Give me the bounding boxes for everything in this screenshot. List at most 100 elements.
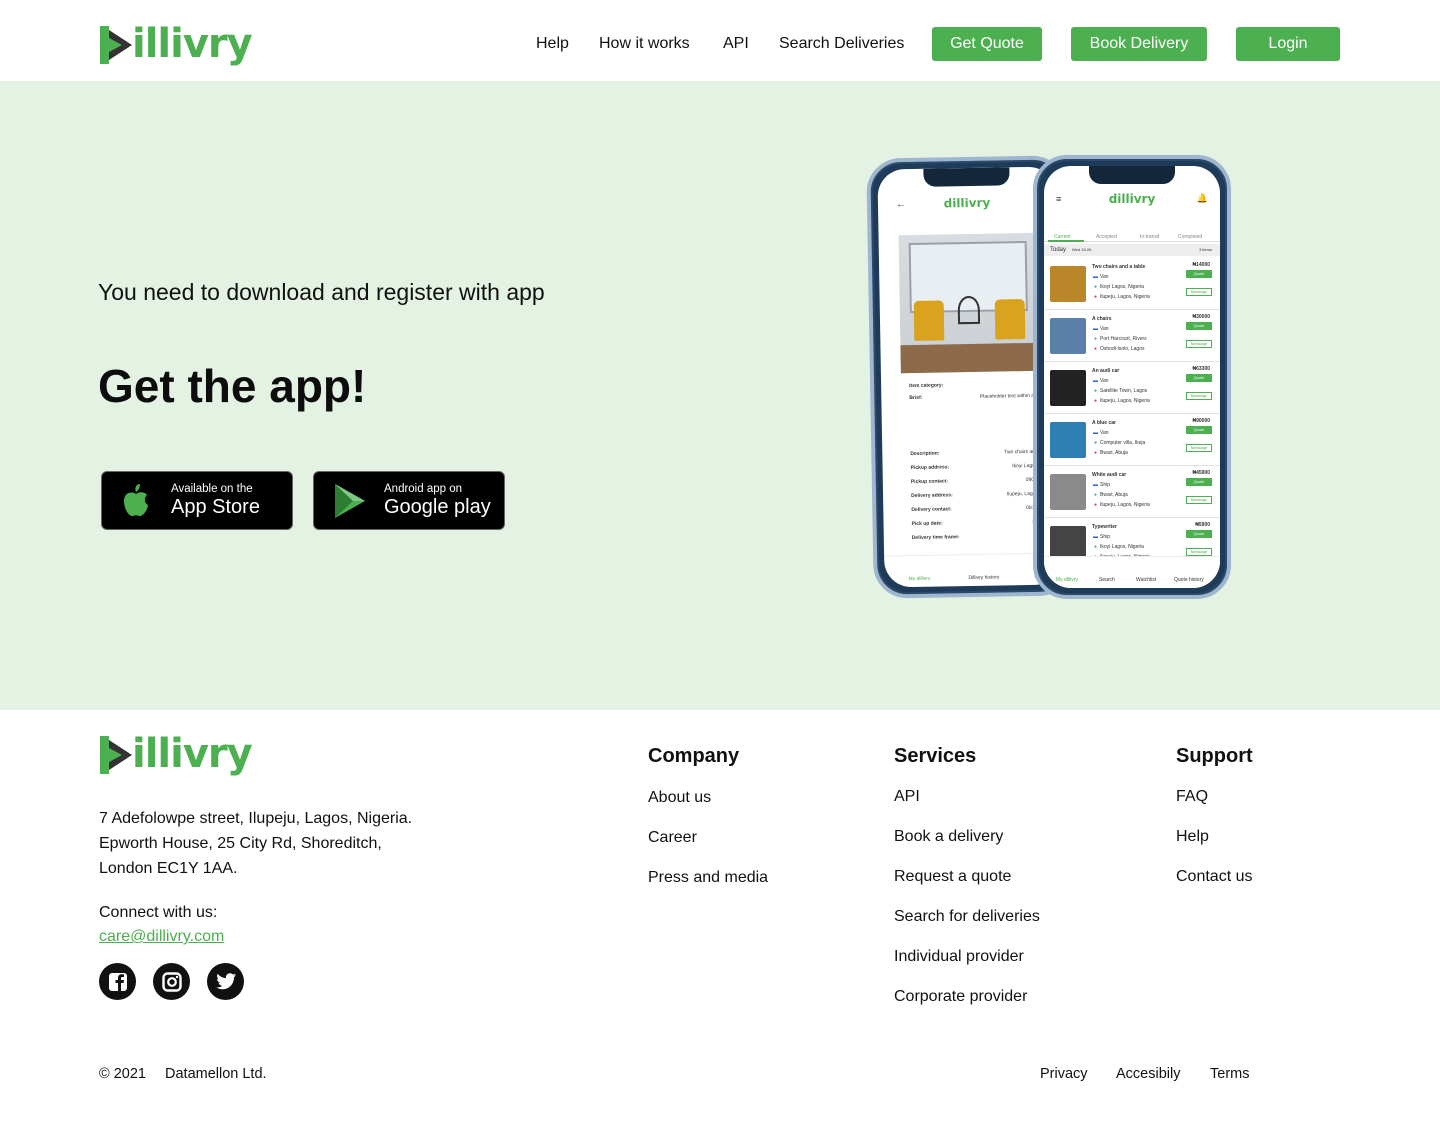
- message-button[interactable]: Message: [1186, 496, 1212, 504]
- instagram-icon[interactable]: [153, 963, 190, 1000]
- link-contact-us[interactable]: Contact us: [1176, 868, 1252, 886]
- item-to: Ilupeju, Lagos, Nigeria: [1100, 294, 1150, 300]
- link-press-and-media[interactable]: Press and media: [648, 869, 768, 887]
- delivery-list-item[interactable]: An audi car Van Satellite Town, Lagos Ilupe…: [1044, 362, 1220, 414]
- google-play-icon: [333, 483, 367, 519]
- status-tabs: Current Accepted In-transit Completed: [1044, 222, 1220, 242]
- item-mode: Van: [1100, 274, 1109, 280]
- link-career[interactable]: Career: [648, 829, 697, 847]
- nav-search-deliveries[interactable]: Search Deliveries: [779, 35, 904, 53]
- detail-row: Item category:Furnit: [909, 381, 1049, 393]
- link-about-us[interactable]: About us: [648, 789, 711, 807]
- link-accessibility[interactable]: Accesibily: [1116, 1066, 1180, 1082]
- quote-button[interactable]: Quote: [1186, 478, 1212, 486]
- link-api[interactable]: API: [894, 788, 920, 806]
- delivery-list-item[interactable]: A blue car Van Computer villa, Ikeja Bwari,…: [1044, 414, 1220, 466]
- google-play-button[interactable]: Android app on Google play: [313, 471, 505, 530]
- message-button[interactable]: Message: [1186, 548, 1212, 556]
- link-request-a-quote[interactable]: Request a quote: [894, 868, 1011, 886]
- item-to: Ilupeju, Lagos, Nigeria: [1100, 398, 1150, 404]
- message-button[interactable]: Message: [1186, 288, 1212, 296]
- item-title: Two chairs and a table: [1092, 264, 1146, 270]
- link-privacy[interactable]: Privacy: [1040, 1066, 1088, 1082]
- copyright: © 2021: [99, 1066, 146, 1082]
- phone-right-tabbar: My dillivry Search Watchlist Quote histo…: [1044, 556, 1220, 588]
- nav-help[interactable]: Help: [536, 35, 569, 53]
- vehicle-icon: ▬: [1093, 534, 1098, 540]
- tab-accepted[interactable]: Accepted: [1096, 234, 1117, 240]
- quote-button[interactable]: Quote: [1186, 270, 1212, 278]
- book-delivery-button[interactable]: Book Delivery: [1071, 27, 1207, 61]
- connect-label: Connect with us:: [99, 904, 218, 921]
- tab-quote-history[interactable]: Quote history: [1174, 577, 1204, 583]
- menu-icon[interactable]: ≡: [1056, 194, 1061, 204]
- address-line: London EC1Y 1AA.: [99, 860, 238, 877]
- google-play-big-text: Google play: [384, 496, 491, 519]
- vehicle-icon: ▬: [1093, 378, 1098, 384]
- detail-row: Delivery contact:0818 700 6: [911, 505, 1051, 517]
- link-faq[interactable]: FAQ: [1176, 788, 1208, 806]
- facebook-icon[interactable]: [99, 963, 136, 1000]
- login-button[interactable]: Login: [1236, 27, 1340, 61]
- bell-icon[interactable]: 🔔: [1197, 193, 1208, 204]
- link-terms[interactable]: Terms: [1210, 1066, 1249, 1082]
- get-quote-button[interactable]: Get Quote: [932, 27, 1042, 61]
- item-title: A chairs: [1092, 316, 1112, 322]
- link-help[interactable]: Help: [1176, 828, 1209, 846]
- support-heading: Support: [1176, 745, 1253, 767]
- message-button[interactable]: Message: [1186, 444, 1212, 452]
- message-button[interactable]: Message: [1186, 392, 1212, 400]
- twitter-icon[interactable]: [207, 963, 244, 1000]
- email-link[interactable]: care@dillivry.com: [99, 928, 224, 946]
- tab-watchlist[interactable]: Watchlist: [1136, 577, 1156, 583]
- tab-dillivry-history[interactable]: Dillivry history: [968, 575, 999, 582]
- footer-logo[interactable]: illivry: [100, 734, 253, 774]
- phone-right-screen: ≡ dillivry 🔔 Current Accepted In-transit…: [1044, 166, 1220, 588]
- quote-button[interactable]: Quote: [1186, 530, 1212, 538]
- phone-left-logo: dillivry: [943, 195, 991, 211]
- item-title: An audi car: [1092, 368, 1120, 374]
- quote-button[interactable]: Quote: [1186, 322, 1212, 330]
- tab-in-transit[interactable]: In-transit: [1140, 234, 1159, 240]
- item-price: ₦30000: [1192, 314, 1210, 320]
- phone-deliveries-list: ≡ dillivry 🔔 Current Accepted In-transit…: [1033, 155, 1231, 599]
- nav-how-it-works[interactable]: How it works: [599, 35, 690, 53]
- header-logo[interactable]: illivry: [100, 24, 253, 64]
- quote-button[interactable]: Quote: [1186, 374, 1212, 382]
- message-button[interactable]: Message: [1186, 340, 1212, 348]
- item-price: ₦90000: [1192, 418, 1210, 424]
- tab-completed[interactable]: Completed: [1178, 234, 1202, 240]
- item-from: Bwari, Abuja: [1100, 492, 1128, 498]
- tab-my-dillivry[interactable]: My dillivry: [908, 576, 930, 582]
- nav-api[interactable]: API: [723, 35, 749, 53]
- delivery-list-item[interactable]: A chairs Van Port Harcourt, Rivers Oshodi-I…: [1044, 310, 1220, 362]
- app-store-button[interactable]: Available on the App Store: [101, 471, 293, 530]
- location-pin-icon: ●: [1094, 336, 1098, 342]
- hero-title: Get the app!: [98, 360, 367, 412]
- link-book-a-delivery[interactable]: Book a delivery: [894, 828, 1003, 846]
- quote-button[interactable]: Quote: [1186, 426, 1212, 434]
- tab-my-dillivry-right[interactable]: My dillivry: [1056, 577, 1078, 583]
- item-price: ₦45900: [1192, 470, 1210, 476]
- link-individual-provider[interactable]: Individual provider: [894, 948, 1024, 966]
- delivery-list-item[interactable]: White audi car Ship Bwari, Abuja Ilupeju, L…: [1044, 466, 1220, 518]
- detail-label: Delivery time frame:: [911, 534, 960, 542]
- item-to: Bwari, Abuja: [1100, 450, 1128, 456]
- detail-label: Delivery address:: [911, 492, 953, 500]
- detail-row: Pick up date:11-09-20: [912, 519, 1052, 531]
- delivery-list-item[interactable]: Two chairs and a table Van Ikoyi Lagos, Ni…: [1044, 258, 1220, 310]
- detail-row: Brief: Placeholder text within a form fi: [909, 393, 1049, 405]
- detail-row: Delivery time frame:: [912, 533, 1052, 545]
- item-mode: Ship: [1100, 482, 1111, 488]
- tab-search[interactable]: Search: [1099, 577, 1115, 583]
- location-pin-icon: ●: [1094, 502, 1098, 508]
- phone-notch: [923, 167, 1010, 187]
- link-search-for-deliveries[interactable]: Search for deliveries: [894, 908, 1040, 926]
- detail-label: Item category:: [909, 382, 944, 390]
- vehicle-icon: ▬: [1093, 326, 1098, 332]
- items-count: 3 items: [1199, 247, 1212, 252]
- detail-row: Pickup contact:0906 543 2: [911, 477, 1051, 489]
- link-corporate-provider[interactable]: Corporate provider: [894, 988, 1027, 1006]
- detail-label: Brief:: [909, 394, 923, 402]
- site-header: illivry Help How it works API Search Del…: [0, 0, 1440, 81]
